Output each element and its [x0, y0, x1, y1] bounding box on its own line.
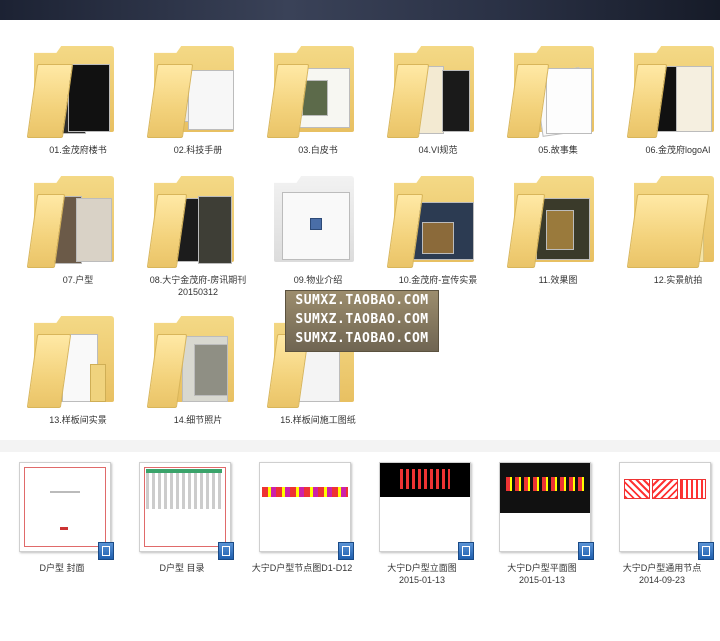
folder-item[interactable]: 02.科技手册	[138, 32, 258, 172]
cad-file-icon	[338, 542, 354, 560]
folder-item[interactable]: 14.细节照片	[138, 302, 258, 442]
folder-icon	[272, 176, 362, 268]
folder-item[interactable]: 12.实景航拍	[618, 162, 720, 302]
file-item[interactable]: 大宁D户型平面图 2015-01-13	[482, 452, 602, 602]
file-date: 2015-01-13	[398, 575, 446, 585]
file-thumbnail	[379, 462, 471, 552]
folder-label: 05.故事集	[538, 145, 578, 155]
folder-icon	[146, 176, 242, 268]
folder-icon	[26, 46, 122, 138]
cad-file-icon	[98, 542, 114, 560]
folder-label: 01.金茂府楼书	[49, 145, 107, 155]
folder-item[interactable]: 05.故事集	[498, 32, 618, 172]
cad-file-icon	[458, 542, 474, 560]
folder-icon	[386, 46, 482, 138]
folder-label: 11.效果图	[538, 275, 578, 285]
file-name: 大宁D户型平面图	[507, 563, 577, 573]
file-name: 大宁D户型节点图D1-D12	[251, 563, 353, 573]
folder-label: 02.科技手册	[173, 145, 223, 155]
folder-label: 13.样板间实景	[49, 415, 107, 425]
file-item[interactable]: 大宁D户型通用节点 2014-09-23	[602, 452, 720, 602]
folder-item[interactable]: 06.金茂府logoAI	[618, 32, 720, 172]
watermark-line: SUMXZ.TAOBAO.COM	[295, 293, 429, 308]
folder-item[interactable]: 03.白皮书	[258, 32, 378, 172]
folder-icon	[266, 46, 362, 138]
cad-file-icon	[578, 542, 594, 560]
watermark-line: SUMXZ.TAOBAO.COM	[295, 331, 429, 346]
folder-label: 07.户型	[62, 275, 94, 285]
folder-icon	[146, 316, 242, 408]
folder-item[interactable]: 07.户型	[18, 162, 138, 302]
file-item[interactable]: D户型 封面	[2, 452, 122, 602]
cad-file-icon	[218, 542, 234, 560]
folder-label: 09.物业介绍	[293, 275, 343, 285]
folder-label: 08.大宁金茂府-房讯期刊20150312	[149, 275, 247, 297]
folder-icon	[626, 176, 720, 268]
file-name: 大宁D户型通用节点	[622, 563, 702, 573]
folder-item[interactable]: 11.效果图	[498, 162, 618, 302]
folder-item[interactable]: 10.金茂府-宣传实景	[378, 162, 498, 302]
file-date: 2015-01-13	[518, 575, 566, 585]
folder-label: 06.金茂府logoAI	[645, 145, 711, 155]
folder-icon	[386, 176, 482, 268]
file-thumbnail	[139, 462, 231, 552]
folder-item[interactable]: 09.物业介绍	[258, 162, 378, 302]
watermark-line: SUMXZ.TAOBAO.COM	[295, 312, 429, 327]
folder-label: 03.白皮书	[298, 145, 338, 155]
folder-item[interactable]: 01.金茂府楼书	[18, 32, 138, 172]
folder-icon	[626, 46, 720, 138]
folder-icon	[506, 46, 602, 138]
folder-item[interactable]: 13.样板间实景	[18, 302, 138, 442]
folder-icon	[26, 176, 122, 268]
section-divider	[0, 440, 720, 452]
folder-icon	[26, 316, 122, 408]
file-name: 大宁D户型立面图	[387, 563, 457, 573]
file-thumbnail	[19, 462, 111, 552]
folder-grid: 01.金茂府楼书 02.科技手册 03.白皮书 04.VI规范 05.故事集 0…	[0, 20, 720, 440]
folder-item[interactable]: 04.VI规范	[378, 32, 498, 172]
folder-label: 15.样板间施工图纸	[280, 415, 356, 425]
file-item[interactable]: 大宁D户型节点图D1-D12	[242, 452, 362, 602]
file-date: 2014-09-23	[638, 575, 686, 585]
window-header-strip	[0, 0, 720, 20]
folder-item[interactable]: 08.大宁金茂府-房讯期刊20150312	[138, 162, 258, 302]
file-name: D户型 目录	[159, 563, 205, 573]
cad-file-icon	[698, 542, 714, 560]
folder-icon	[146, 46, 242, 138]
folder-label: 04.VI规范	[418, 145, 458, 155]
file-thumbnail	[259, 462, 351, 552]
folder-icon	[506, 176, 602, 268]
file-name: D户型 封面	[39, 563, 85, 573]
file-item[interactable]: 大宁D户型立面图 2015-01-13	[362, 452, 482, 602]
file-thumbnail	[619, 462, 711, 552]
folder-label: 10.金茂府-宣传实景	[398, 275, 478, 285]
file-grid: D户型 封面 D户型 目录 大宁D户型节点图D1-D12 大宁D户型立面图 20…	[0, 452, 720, 641]
file-item[interactable]: D户型 目录	[122, 452, 242, 602]
watermark-stamp: SUMXZ.TAOBAO.COM SUMXZ.TAOBAO.COM SUMXZ.…	[285, 290, 439, 352]
file-thumbnail	[499, 462, 591, 552]
folder-label: 14.细节照片	[173, 415, 223, 425]
folder-label: 12.实景航拍	[653, 275, 703, 285]
